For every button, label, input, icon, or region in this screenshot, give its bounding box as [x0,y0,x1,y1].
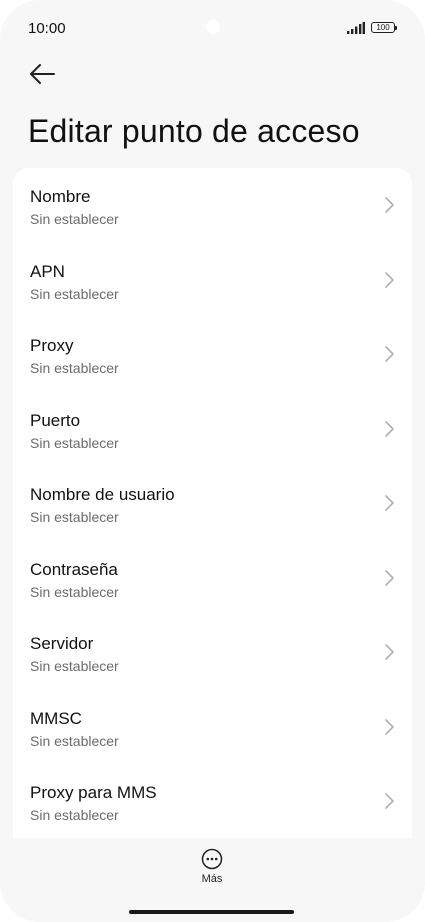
more-horizontal-icon [201,848,223,870]
field-label: Puerto [30,410,81,430]
field-value: Sin establecer [30,360,119,376]
signal-icon [347,22,365,34]
more-button[interactable]: Más [187,848,237,890]
field-label: APN [30,261,65,281]
field-value: Sin establecer [30,434,119,451]
back-arrow-icon[interactable] [28,60,56,88]
chevron-right-icon [385,271,394,288]
field-value: Sin establecer [30,583,119,600]
field-row-servidor[interactable]: Servidor Sin establecer [13,615,412,689]
field-label: Nombre de usuario [30,485,175,504]
chevron-right-icon [385,420,394,437]
field-value: Sin establecer [30,658,119,674]
field-label: Proxy [30,336,74,355]
field-value: Sin establecer [30,211,119,227]
field-row-apn[interactable]: APN Sin establecer [13,243,412,317]
field-label: MMSC [30,708,82,728]
field-row-puerto[interactable]: Puerto Sin establecer [13,392,412,466]
field-label: Contraseña [30,559,118,579]
chevron-right-icon [385,495,394,511]
page-title: Editar punto de acceso [28,113,360,149]
home-indicator[interactable] [129,910,294,914]
more-label: Más [201,873,223,885]
apn-settings-list: Nombre Sin establecer APN Sin establecer… [13,168,412,838]
field-row-nombre-de-usuario[interactable]: Nombre de usuario Sin establecer [13,466,412,540]
field-label: Servidor [30,634,94,653]
field-value: Sin establecer [30,732,119,749]
chevron-right-icon [385,197,394,213]
field-row-proxy[interactable]: Proxy Sin establecer [13,317,412,391]
chevron-right-icon [385,346,394,362]
battery-icon: 100 [371,22,397,33]
field-row-proxy-para-mms[interactable]: Proxy para MMS Sin establecer [13,764,412,838]
field-label: Nombre [30,187,91,206]
field-row-contrasena[interactable]: Contraseña Sin establecer [13,541,412,615]
field-label: Proxy para MMS [30,783,157,802]
field-row-nombre[interactable]: Nombre Sin establecer [13,168,412,242]
chevron-right-icon [385,569,394,586]
chevron-right-icon [385,644,394,660]
camera-cutout [206,20,220,34]
chevron-right-icon [385,793,394,809]
field-value: Sin establecer [30,509,119,525]
field-value: Sin establecer [30,285,119,302]
phone-screen: 10:00 100 Editar punto de acceso Nombre … [0,0,425,922]
field-value: Sin establecer [30,807,119,823]
status-bar: 10:00 100 [0,0,425,56]
field-row-mmsc[interactable]: MMSC Sin establecer [13,690,412,764]
chevron-right-icon [385,718,394,735]
status-time: 10:00 [28,20,66,37]
